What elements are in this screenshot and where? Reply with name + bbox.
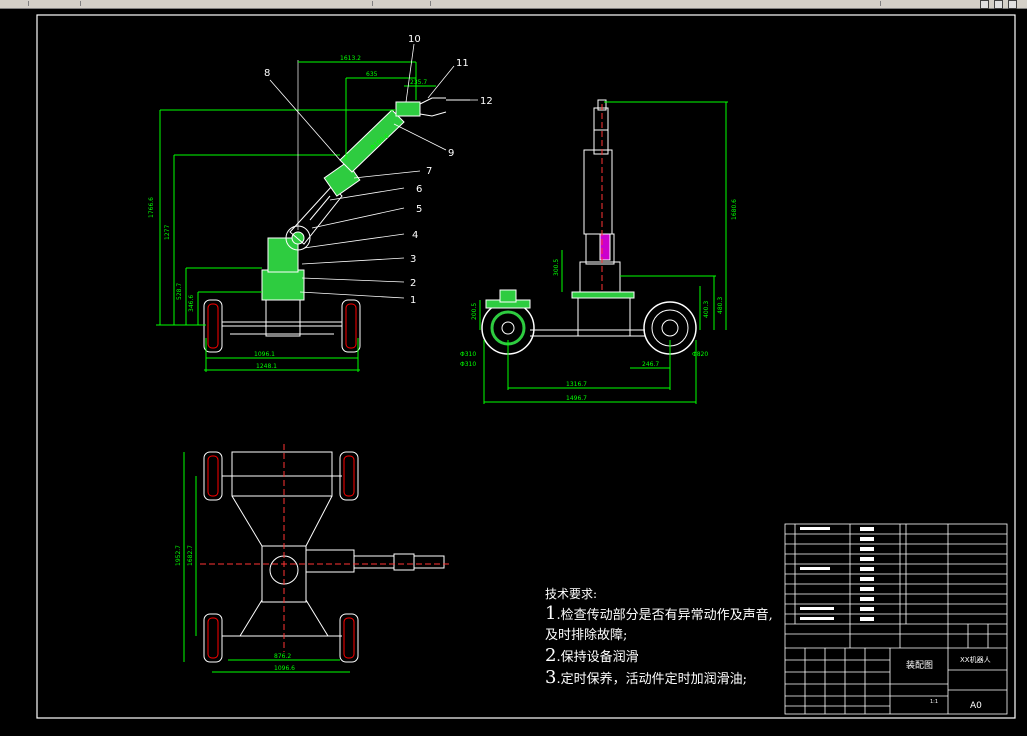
dim-label: 1613.2 [340, 55, 361, 62]
top-view: 1952.7 1682.7 876.2 1096.6 [175, 444, 450, 673]
balloon-label: 6 [416, 184, 422, 195]
dim-label: 876.2 [274, 653, 291, 660]
balloon-label: 2 [410, 278, 416, 289]
wheel [339, 451, 359, 501]
dim-label: Φ820 [692, 351, 708, 358]
dim-label: 528.7 [176, 283, 183, 300]
toolbar-divider [28, 1, 29, 6]
dim-label: 200.5 [471, 303, 478, 320]
dim-label: 1496.7 [566, 395, 587, 402]
side-view: 1680.6 480.3 400.3 200.5 300.5 246.7 131… [460, 99, 738, 404]
dim-label: 235.7 [410, 79, 427, 86]
dim-label: 300.5 [553, 259, 560, 276]
dim-label: 1766.6 [148, 197, 155, 218]
cad-toolbar-strip [0, 0, 1027, 9]
dim-label: 1682.7 [187, 545, 194, 566]
dim-label: Φ310 [460, 351, 476, 358]
maximize-icon[interactable] [994, 0, 1003, 9]
toolbar-divider [430, 1, 431, 6]
balloon-label: 1 [410, 295, 416, 306]
note-item-1: 1.检查传动部分是否有异常动作及声音, [545, 603, 773, 624]
dim-label: 346.6 [188, 295, 195, 312]
dim-label: 1316.7 [566, 381, 587, 388]
note-item-1b: 及时排除故障; [545, 628, 628, 643]
drawing-number: A0 [970, 701, 982, 711]
dim-label: Φ310 [460, 361, 476, 368]
dim-label: 246.7 [642, 361, 659, 368]
balloon-label: 7 [426, 166, 432, 177]
drawing-canvas[interactable]: 1766.6 1277 528.7 346.6 1613.2 635 235.7… [0, 9, 1027, 732]
dim-label: 1096.6 [274, 665, 295, 672]
close-icon[interactable] [1008, 0, 1017, 9]
balloon-label: 11 [456, 58, 469, 69]
wheel [203, 613, 223, 663]
balloon-label: 8 [264, 68, 270, 79]
project-name: XX机器人 [960, 655, 991, 664]
drawing-name: 装配图 [906, 659, 933, 671]
balloon-label: 10 [408, 34, 421, 45]
base-housing [261, 269, 305, 301]
dim-label: 480.3 [717, 297, 724, 314]
drawing-sheet[interactable]: 1766.6 1277 528.7 346.6 1613.2 635 235.7… [0, 9, 1027, 732]
balloon-label: 12 [480, 96, 493, 107]
toolbar-divider [372, 1, 373, 6]
balloon-label: 9 [448, 148, 454, 159]
toolbar-divider [880, 1, 881, 6]
waist-joint [267, 237, 299, 273]
notes-title: 技术要求: [545, 587, 598, 601]
wheel [339, 613, 359, 663]
dim-label: 635 [366, 71, 378, 78]
minimize-icon[interactable] [980, 0, 989, 9]
dim-label: 1096.1 [254, 351, 275, 358]
technical-requirements: 技术要求: 1.检查传动部分是否有异常动作及声音, 及时排除故障; 2.保持设备… [545, 584, 773, 690]
balloon-label: 4 [412, 230, 418, 241]
upper-arm [339, 109, 405, 173]
dim-label: 1680.6 [731, 199, 738, 220]
wheel [203, 451, 223, 501]
wrist [395, 101, 421, 117]
dim-label: 1248.1 [256, 363, 277, 370]
note-item-2: 2.保持设备润滑 [545, 645, 639, 666]
wheel [341, 299, 361, 353]
front-view: 1766.6 1277 528.7 346.6 1613.2 635 235.7… [148, 34, 493, 372]
scale-label: 1:1 [930, 699, 938, 705]
dim-label: 1952.7 [175, 545, 182, 566]
balloon-label: 3 [410, 254, 416, 265]
balloon-label: 5 [416, 204, 422, 215]
base-plate [571, 291, 635, 299]
toolbar-divider [80, 1, 81, 6]
note-item-3: 3.定时保养，活动件定时加润滑油; [545, 667, 747, 688]
dim-label: 400.3 [703, 301, 710, 318]
wheel [203, 299, 223, 353]
dim-label: 1277 [164, 225, 171, 240]
